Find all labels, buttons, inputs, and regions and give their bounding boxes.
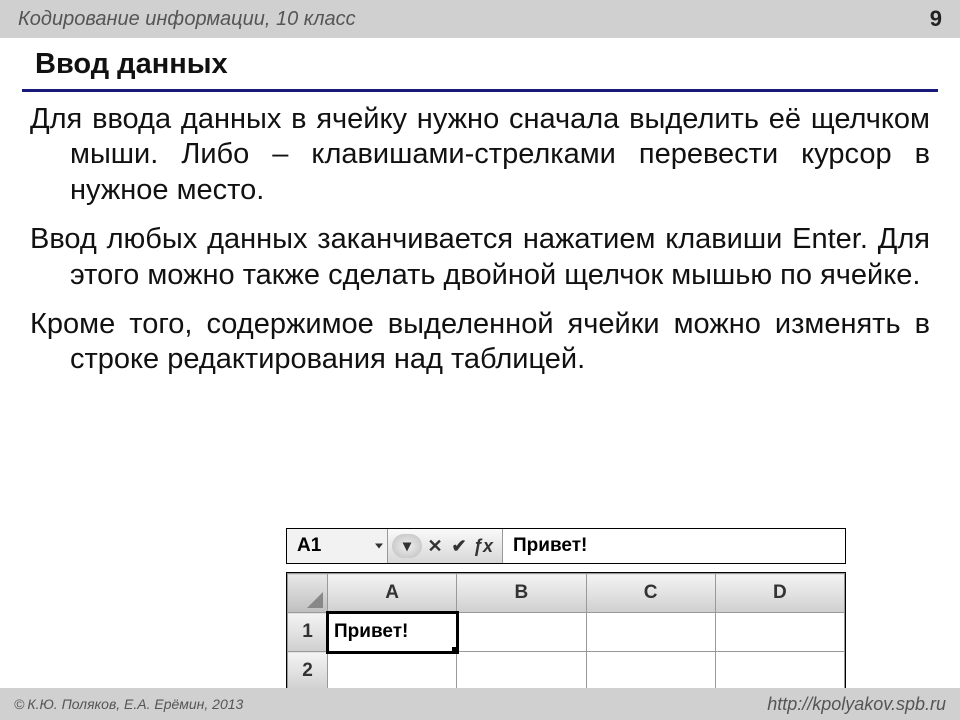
wizard-button[interactable]: ▾: [392, 534, 422, 558]
col-header-C[interactable]: C: [586, 574, 715, 613]
cell-C2[interactable]: [586, 652, 715, 691]
col-header-A[interactable]: A: [328, 574, 457, 613]
footer-url: http://kpolyakov.spb.ru: [767, 694, 946, 715]
body-text: Для ввода данных в ячейку нужно сначала …: [0, 102, 960, 378]
cell-B2[interactable]: [457, 652, 586, 691]
spreadsheet-mock: A1 ▾ ✕ ✔ ƒx Привет! A B: [286, 528, 846, 692]
paragraph-2: Ввод любых данных заканчивается нажатием…: [30, 222, 930, 293]
table-row: 1 Привет!: [288, 613, 845, 652]
slide: Кодирование информации, 10 класс 9 Ввод …: [0, 0, 960, 720]
spreadsheet-grid: A B C D 1 Привет! 2: [286, 572, 846, 692]
formula-input[interactable]: Привет!: [503, 529, 845, 563]
cell-C1[interactable]: [586, 613, 715, 652]
fx-icon[interactable]: ƒx: [472, 536, 498, 557]
select-all-corner[interactable]: [288, 574, 328, 613]
col-header-B[interactable]: B: [457, 574, 586, 613]
slide-title: Ввод данных: [0, 38, 960, 85]
header-bar: Кодирование информации, 10 класс 9: [0, 0, 960, 38]
title-underline: [22, 89, 938, 92]
dropdown-icon[interactable]: [375, 544, 383, 549]
footer-left: © К.Ю. Поляков, Е.А. Ерёмин, 2013: [14, 696, 243, 712]
name-box[interactable]: A1: [287, 529, 388, 563]
cancel-icon[interactable]: ✕: [424, 536, 446, 557]
cell-D2[interactable]: [715, 652, 844, 691]
row-header-2[interactable]: 2: [288, 652, 328, 691]
row-header-1[interactable]: 1: [288, 613, 328, 652]
accept-icon[interactable]: ✔: [448, 536, 470, 557]
cell-A2[interactable]: [328, 652, 457, 691]
course-label: Кодирование информации, 10 класс: [18, 8, 356, 31]
copyright-icon: ©: [14, 696, 24, 712]
page-number: 9: [930, 6, 942, 32]
cell-A1[interactable]: Привет!: [328, 613, 457, 652]
name-box-value: A1: [297, 535, 321, 557]
paragraph-3: Кроме того, содержимое выделенной ячейки…: [30, 307, 930, 378]
footer-bar: © К.Ю. Поляков, Е.А. Ерёмин, 2013 http:/…: [0, 688, 960, 720]
table-row: 2: [288, 652, 845, 691]
column-header-row: A B C D: [288, 574, 845, 613]
footer-authors: К.Ю. Поляков, Е.А. Ерёмин, 2013: [27, 696, 243, 712]
col-header-D[interactable]: D: [715, 574, 844, 613]
cell-D1[interactable]: [715, 613, 844, 652]
formula-buttons: ▾ ✕ ✔ ƒx: [388, 529, 503, 563]
formula-bar: A1 ▾ ✕ ✔ ƒx Привет!: [286, 528, 846, 564]
paragraph-1: Для ввода данных в ячейку нужно сначала …: [30, 102, 930, 208]
cell-B1[interactable]: [457, 613, 586, 652]
